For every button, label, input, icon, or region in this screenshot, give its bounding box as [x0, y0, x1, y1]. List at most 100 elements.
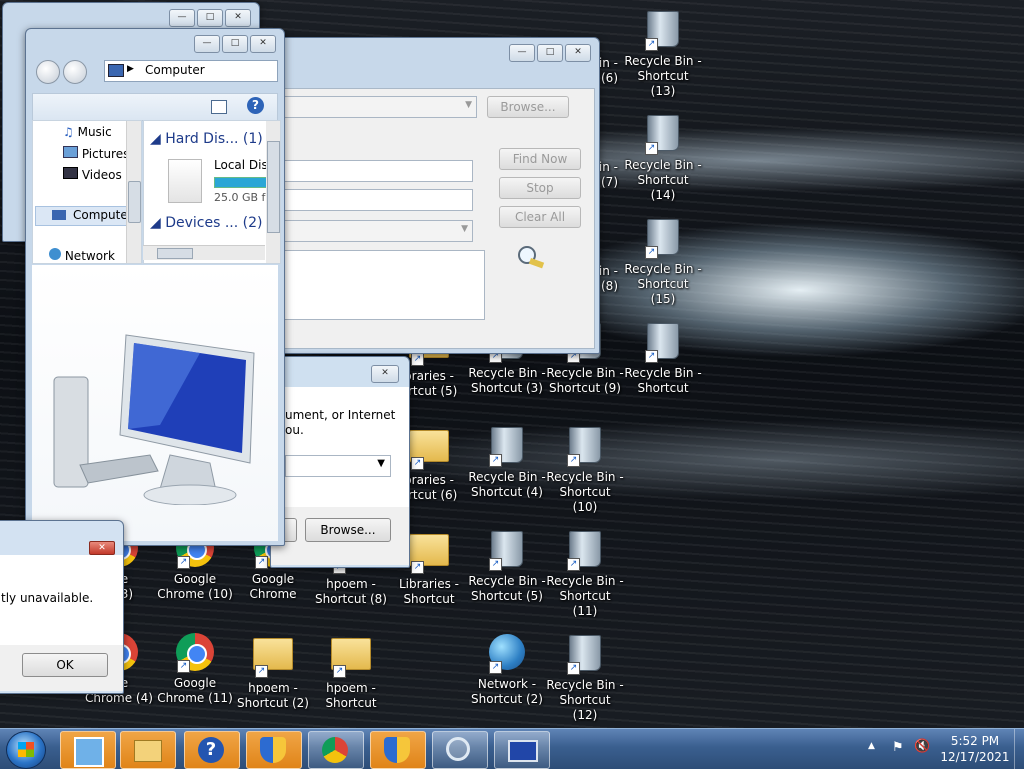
content-scroll-thumb[interactable]: [267, 141, 280, 233]
desktop-icon-rb14[interactable]: ↗ Recycle Bin - Shortcut (14): [624, 112, 702, 203]
desktop-icon-hp2[interactable]: ↗ hpoem - Shortcut (2): [234, 632, 312, 711]
taskbar-app-security[interactable]: [246, 731, 302, 769]
recycle-bin-icon: ↗: [565, 635, 605, 675]
folder-icon: [134, 740, 162, 762]
desktop-icon-rb[interactable]: ↗ Recycle Bin - Shortcut: [624, 320, 702, 396]
text-field[interactable]: [281, 189, 473, 211]
browse-button[interactable]: Browse...: [305, 518, 391, 542]
volume-muted-icon[interactable]: 🔇: [914, 739, 930, 754]
clock-date: 12/17/2021: [940, 750, 1010, 764]
explorer-window-controls: — □ ✕: [194, 35, 276, 53]
network-icon: [49, 248, 61, 260]
nav-item-network[interactable]: Network: [49, 248, 115, 263]
desktop-icon-label: Google: [173, 676, 217, 690]
group-header-hard-disks[interactable]: ◢ Hard Dis... (1): [150, 131, 263, 147]
address-bar[interactable]: ▶ Computer: [104, 60, 278, 82]
forward-icon[interactable]: [63, 60, 87, 84]
minimize-button[interactable]: —: [169, 9, 195, 27]
close-button[interactable]: ✕: [250, 35, 276, 53]
start-button[interactable]: [6, 731, 46, 769]
close-button[interactable]: ✕: [565, 44, 591, 62]
recycle-bin-icon: ↗: [565, 531, 605, 571]
back-icon[interactable]: [36, 60, 60, 84]
help-icon: ?: [198, 737, 224, 763]
desktop-icon-rb10[interactable]: ↗ Recycle Bin - Shortcut (10): [546, 424, 624, 515]
address-text: Computer: [145, 63, 205, 77]
command-bar: ?: [32, 93, 278, 121]
preview-pane-icon[interactable]: [211, 100, 227, 114]
error-dialog: ✕ tly unavailable. OK: [0, 520, 124, 694]
taskbar-app-computer[interactable]: [494, 731, 550, 769]
clock[interactable]: 5:52 PM 12/17/2021: [940, 733, 1010, 765]
show-desktop-button[interactable]: [1014, 729, 1024, 769]
desktop-icon-label: Shortcut (15): [637, 277, 689, 306]
type-dropdown[interactable]: ▼: [281, 220, 473, 242]
desktop-icon-rb15[interactable]: ↗ Recycle Bin - Shortcut (15): [624, 216, 702, 307]
desktop-icon-rb5[interactable]: ↗ Recycle Bin - Shortcut (5): [468, 528, 546, 604]
content-scrollbar[interactable]: [266, 121, 280, 263]
maximize-button[interactable]: □: [537, 44, 563, 62]
desktop-icon-label: Chrome (10): [157, 587, 233, 601]
name-field[interactable]: [281, 160, 473, 182]
desktop-icon-hp[interactable]: ↗ hpoem - Shortcut: [312, 632, 390, 711]
desktop-icon-rb4[interactable]: ↗ Recycle Bin - Shortcut (4): [468, 424, 546, 500]
shortcut-arrow-icon: ↗: [645, 246, 658, 259]
location-dropdown[interactable]: ▼: [281, 96, 477, 118]
clear-all-button[interactable]: Clear All: [499, 206, 581, 228]
recycle-bin-icon: ↗: [643, 11, 683, 51]
clock-time: 5:52 PM: [950, 734, 1000, 748]
desktop-icon-gc11[interactable]: ↗ Google Chrome (11): [156, 632, 234, 706]
browse-button[interactable]: Browse...: [487, 96, 569, 118]
taskbar-app-uac[interactable]: [370, 731, 426, 769]
chrome-icon: ↗: [175, 633, 215, 673]
maximize-button[interactable]: □: [222, 35, 248, 53]
shortcut-arrow-icon: ↗: [645, 350, 658, 363]
find-now-button[interactable]: Find Now: [499, 148, 581, 170]
desktop-icon-rb13[interactable]: ↗ Recycle Bin - Shortcut (13): [624, 8, 702, 99]
minimize-button[interactable]: —: [194, 35, 220, 53]
taskbar-app-search[interactable]: [432, 731, 488, 769]
shortcut-arrow-icon: ↗: [489, 558, 502, 571]
maximize-button[interactable]: □: [197, 9, 223, 27]
taskbar-app-explorer[interactable]: [120, 731, 176, 769]
nav-scrollbar[interactable]: [126, 121, 141, 263]
details-pane: [32, 265, 278, 541]
group-header-devices[interactable]: ◢ Devices ... (2): [150, 215, 262, 231]
group-label: Hard Dis... (1): [165, 131, 263, 147]
minimize-button[interactable]: —: [509, 44, 535, 62]
desktop-icon-rb12[interactable]: ↗ Recycle Bin - Shortcut (12): [546, 632, 624, 723]
explorer-window: — □ ✕ ▶ Computer ? ♫ Music Pictures Vide…: [25, 28, 285, 546]
nav-item-music[interactable]: ♫ Music: [63, 125, 112, 139]
desktop-icon-rb11[interactable]: ↗ Recycle Bin - Shortcut (11): [546, 528, 624, 619]
taskbar-app-control-panel[interactable]: [60, 731, 116, 769]
close-button[interactable]: ✕: [89, 541, 115, 555]
shortcut-arrow-icon: ↗: [645, 142, 658, 155]
ok-button[interactable]: OK: [22, 653, 108, 677]
desktop-icon-label: Recycle Bin -: [546, 678, 624, 692]
help-icon[interactable]: ?: [247, 97, 264, 114]
nav-scroll-thumb[interactable]: [128, 181, 141, 223]
desktop-icon-label: Shortcut: [325, 696, 377, 710]
videos-icon: [63, 167, 78, 179]
close-button[interactable]: ✕: [371, 365, 399, 383]
windows-logo-icon: [18, 742, 34, 757]
shortcut-arrow-icon: ↗: [333, 665, 346, 678]
nav-item-videos[interactable]: Videos: [63, 167, 122, 182]
recycle-bin-icon: ↗: [643, 115, 683, 155]
nav-item-computer[interactable]: Compute: [35, 206, 129, 226]
horizontal-scrollbar[interactable]: [143, 245, 265, 260]
nav-item-pictures[interactable]: Pictures: [63, 146, 129, 161]
desktop-icon-label: Shortcut (8): [315, 592, 387, 606]
stop-button[interactable]: Stop: [499, 177, 581, 199]
open-combobox[interactable]: ▼: [285, 455, 391, 477]
h-scroll-thumb[interactable]: [157, 248, 193, 259]
close-button[interactable]: ✕: [225, 9, 251, 27]
taskbar-app-chrome[interactable]: [308, 731, 364, 769]
drive-name: Local Dis: [214, 158, 268, 172]
action-center-flag-icon[interactable]: ⚑: [892, 740, 904, 755]
taskbar-app-help[interactable]: ?: [184, 731, 240, 769]
run-dialog-body: [271, 387, 409, 507]
shortcut-arrow-icon: ↗: [645, 38, 658, 51]
desktop-icon-net2[interactable]: ↗ Network - Shortcut (2): [468, 632, 546, 707]
show-hidden-icons-icon[interactable]: ▲: [868, 741, 875, 751]
